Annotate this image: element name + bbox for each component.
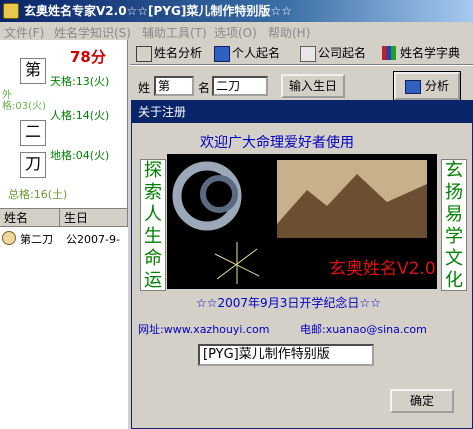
left-vertical-text: 探索人生命运 — [140, 159, 166, 291]
name-analysis-panel: 第 二 刀 78分 天格:13(火) 人格:14(火) 地格:04(火) 总格:… — [0, 40, 128, 208]
tab-personal-naming[interactable]: 个人起名 — [212, 42, 280, 64]
person-card-icon — [214, 46, 230, 62]
art-title: 玄奥姓名V2.0 — [329, 259, 436, 279]
welcome-text: 欢迎广大命理爱好者使用 — [200, 135, 354, 151]
app-icon — [3, 3, 19, 19]
anniversary-text: ☆☆2007年9月3日开学纪念日☆☆ — [196, 296, 381, 310]
right-vertical-text: 玄扬易学文化 — [441, 159, 467, 291]
person-icon — [2, 231, 16, 245]
birthday-button[interactable]: 输入生日 — [281, 74, 345, 98]
dialog-title[interactable]: 关于注册 — [132, 101, 472, 123]
email-label: 电邮:xuanao@sina.com — [300, 323, 427, 336]
tab-name-analysis[interactable]: 姓名分析 — [134, 42, 202, 64]
name-list-table[interactable]: 姓名 生日 第二刀 公2007-9- — [0, 208, 128, 429]
surname-label: 姓 — [138, 81, 151, 95]
col-name[interactable]: 姓名 — [0, 209, 60, 227]
menu-help[interactable]: 帮助(H) — [268, 24, 310, 41]
tab-divider — [130, 64, 473, 66]
given-name-input[interactable]: 二刀 — [212, 76, 268, 96]
registration-field[interactable]: [PYG]菜儿制作特别版 — [198, 344, 374, 366]
menu-file[interactable]: 文件(F) — [4, 24, 44, 41]
analyze-icon — [404, 79, 421, 94]
menu-bar: 文件(F) 姓名学知识(S) 辅助工具(T) 选项(O) 帮助(H) — [0, 22, 473, 40]
ok-button[interactable]: 确定 — [390, 389, 454, 413]
dige: 地格:04(火) — [50, 149, 110, 162]
splash-art: 玄奥姓名V2.0 — [167, 154, 437, 289]
about-register-dialog: 关于注册 欢迎广大命理爱好者使用 探索人生命运 玄扬易学文化 玄奥姓名V2.0 … — [131, 100, 473, 429]
tab-name-dictionary[interactable]: 姓名学字典 — [380, 42, 460, 64]
menu-tools[interactable]: 辅助工具(T) — [142, 24, 207, 41]
website-label: 网址:www.xazhouyi.com — [138, 323, 270, 336]
menu-knowledge[interactable]: 姓名学知识(S) — [54, 24, 131, 41]
books-icon — [382, 46, 396, 60]
row-name[interactable]: 第二刀 — [20, 231, 53, 247]
menu-options[interactable]: 选项(O) — [214, 24, 257, 41]
analyze-button[interactable]: 分析 — [393, 71, 461, 101]
char-1: 第 — [20, 58, 46, 84]
col-birthday[interactable]: 生日 — [60, 209, 128, 227]
tab-company-naming[interactable]: 公司起名 — [298, 42, 366, 64]
surname-input[interactable]: 第 — [154, 76, 194, 96]
title-bar[interactable]: 玄奥姓名专家V2.0☆☆[PYG]菜儿制作特别版☆☆ — [0, 0, 473, 22]
score: 78分 — [70, 48, 106, 66]
document-icon — [136, 46, 152, 62]
row-birthday[interactable]: 公2007-9- — [66, 231, 120, 247]
renge: 人格:14(火) — [50, 109, 110, 122]
company-icon — [300, 46, 316, 62]
window-title: 玄奥姓名专家V2.0☆☆[PYG]菜儿制作特别版☆☆ — [24, 4, 292, 18]
char-3: 刀 — [20, 152, 46, 178]
waige-label: 外格:03(火) — [2, 90, 46, 112]
given-name-label: 名 — [198, 81, 211, 95]
zongge: 总格:16(土) — [8, 188, 68, 201]
char-2: 二 — [20, 120, 46, 146]
tiange: 天格:13(火) — [50, 75, 110, 88]
